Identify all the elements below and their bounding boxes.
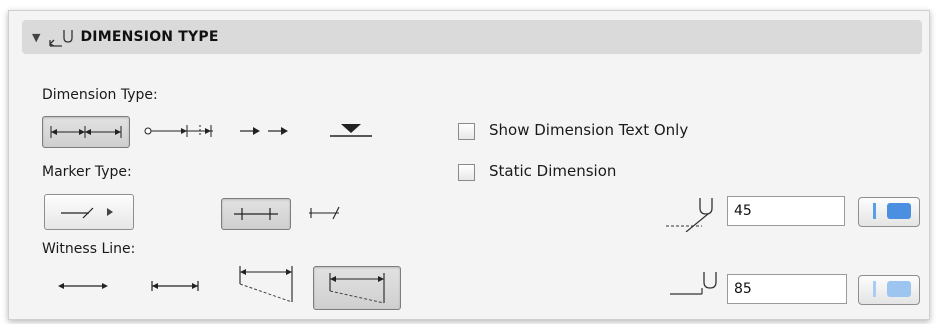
cumulative-dimension-icon[interactable] xyxy=(143,122,215,140)
triangle-down-icon[interactable]: ▼ xyxy=(32,31,40,44)
full-witness-line-button[interactable] xyxy=(313,266,401,310)
dimension-type-label: Dimension Type: xyxy=(42,87,158,103)
toggle-knob xyxy=(887,203,911,219)
no-witness-line-icon[interactable] xyxy=(56,279,110,293)
marker-angle-icon xyxy=(666,198,713,232)
full-witness-line-icon xyxy=(329,273,385,304)
witness-length-input[interactable] xyxy=(727,274,847,304)
tick-marker-dropdown-icon xyxy=(61,207,113,219)
dimension-type-linear-button[interactable] xyxy=(42,116,130,148)
marker-angle-toggle[interactable] xyxy=(858,197,920,227)
section-title: DIMENSION TYPE xyxy=(80,29,219,45)
witness-length-toggle[interactable] xyxy=(858,275,920,305)
linear-dimension-icon xyxy=(50,126,122,138)
marker-angle-input[interactable] xyxy=(727,196,845,226)
toggle-bar xyxy=(873,281,876,297)
arrow-chain-icon[interactable] xyxy=(238,122,292,140)
section-header[interactable]: ▼ DIMENSION TYPE xyxy=(22,20,922,54)
cross-tick-marker-button[interactable] xyxy=(221,198,291,230)
short-witness-line-icon[interactable] xyxy=(150,277,200,295)
toggle-knob xyxy=(887,281,911,297)
witness-line-label: Witness Line: xyxy=(42,241,136,257)
open-tick-marker-icon[interactable] xyxy=(305,204,345,222)
marker-type-dropdown[interactable] xyxy=(44,194,134,230)
marker-type-label: Marker Type: xyxy=(42,164,132,180)
dashed-witness-line-icon[interactable] xyxy=(234,262,296,304)
toggle-bar xyxy=(873,203,876,219)
static-dimension-checkbox[interactable] xyxy=(458,164,475,181)
dimension-type-icon xyxy=(49,30,74,47)
static-dimension-label: Static Dimension xyxy=(489,162,617,180)
cross-tick-marker-icon xyxy=(234,208,278,220)
show-text-only-label: Show Dimension Text Only xyxy=(489,121,689,139)
elevation-marker-icon[interactable] xyxy=(326,120,376,140)
show-text-only-checkbox[interactable] xyxy=(458,123,475,140)
witness-length-icon xyxy=(670,272,717,295)
